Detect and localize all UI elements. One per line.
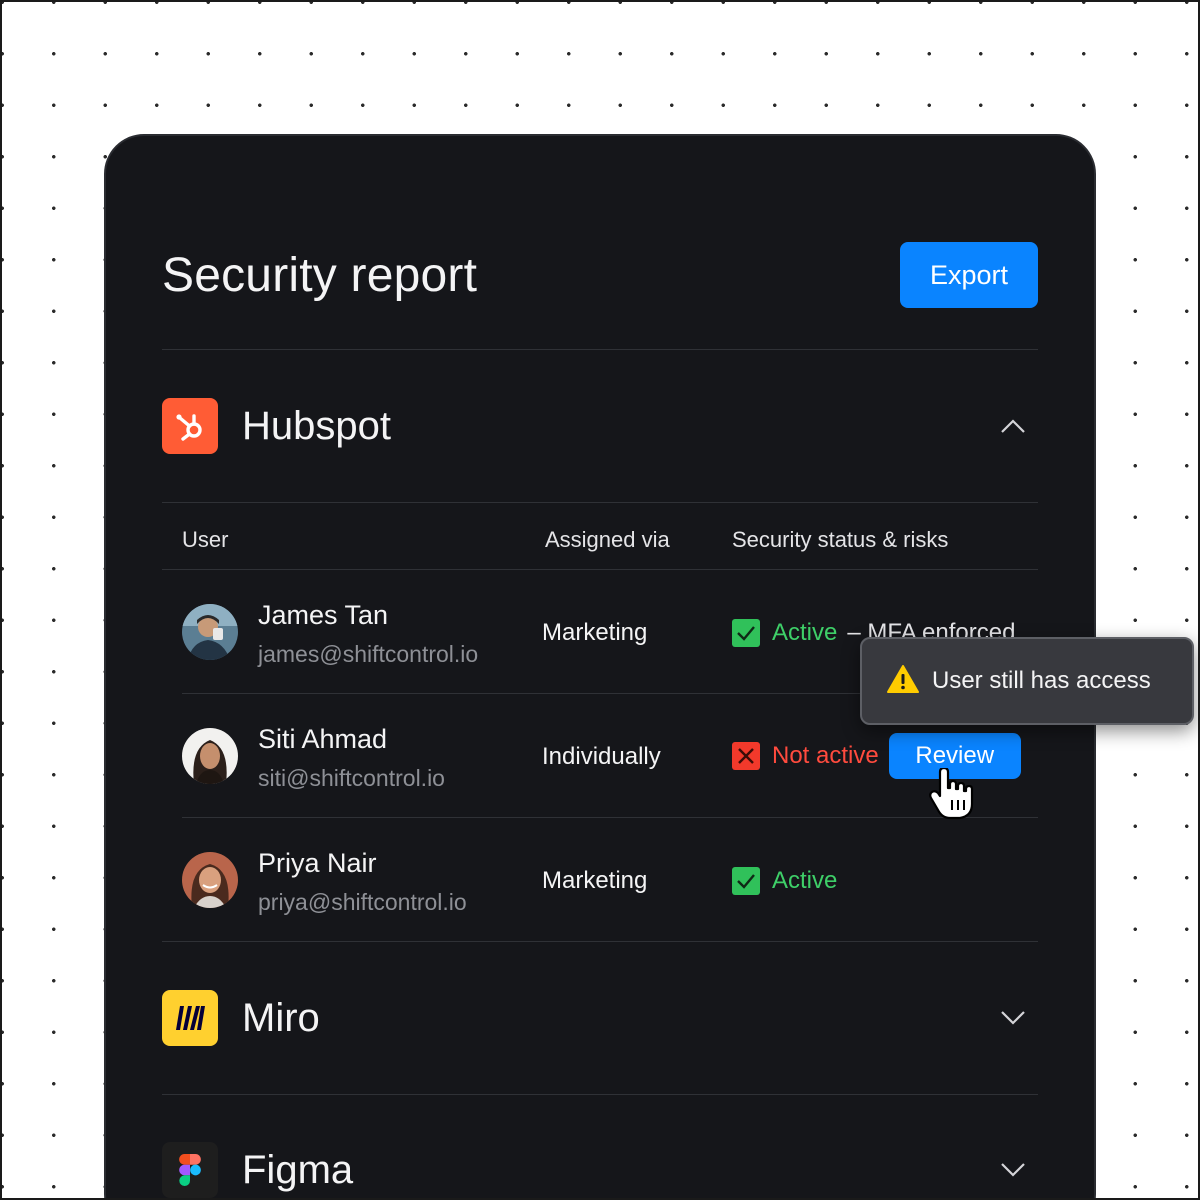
app-name: Hubspot xyxy=(242,403,391,448)
column-header-security-status: Security status & risks xyxy=(732,527,949,552)
column-header-assigned-via: Assigned via xyxy=(545,527,670,552)
security-status: Active xyxy=(732,867,837,895)
status-label: Active xyxy=(772,619,838,646)
assigned-via: Individually xyxy=(542,743,661,770)
table-row: Priya Nair priya@shiftcontrol.io Marketi… xyxy=(162,818,1038,942)
card-header: Security report Export xyxy=(162,136,1038,350)
security-status: Not active Review xyxy=(732,733,1021,779)
user-name: James Tan xyxy=(258,600,389,630)
column-header-user: User xyxy=(182,527,229,552)
user-name: Priya Nair xyxy=(258,848,377,878)
access-warning-tooltip: User still has access xyxy=(860,637,1194,725)
warning-icon xyxy=(886,664,920,699)
app-name: Miro xyxy=(242,995,320,1040)
app-header-figma[interactable]: Figma xyxy=(162,1094,1038,1200)
users-table-header: User Assigned via Security status & risk… xyxy=(162,502,1038,570)
page-title: Security report xyxy=(162,249,478,302)
check-icon xyxy=(732,867,760,895)
user-name: Siti Ahmad xyxy=(258,724,388,754)
app-section-miro: Miro xyxy=(162,942,1038,1095)
chevron-down-icon[interactable] xyxy=(1000,1157,1026,1183)
status-label: Active xyxy=(772,867,838,894)
status-label: Not active xyxy=(772,742,879,769)
assigned-via: Marketing xyxy=(542,619,648,646)
figma-logo-icon xyxy=(162,1142,218,1198)
export-button[interactable]: Export xyxy=(900,242,1038,308)
check-icon xyxy=(732,619,760,647)
chevron-down-icon[interactable] xyxy=(1000,1005,1026,1031)
tooltip-text: User still has access xyxy=(932,667,1151,694)
hand-cursor-icon xyxy=(928,766,976,820)
user-email: siti@shiftcontrol.io xyxy=(258,765,445,791)
avatar xyxy=(182,852,238,908)
miro-logo-icon xyxy=(162,990,218,1046)
app-header-miro[interactable]: Miro xyxy=(162,942,1038,1094)
user-email: james@shiftcontrol.io xyxy=(258,641,479,667)
app-name: Figma xyxy=(242,1147,354,1192)
avatar xyxy=(182,728,238,784)
assigned-via: Marketing xyxy=(542,867,648,894)
hubspot-logo-icon xyxy=(162,398,218,454)
avatar xyxy=(182,604,238,660)
cross-icon xyxy=(732,742,760,770)
app-section-figma: Figma xyxy=(162,1094,1038,1200)
chevron-up-icon[interactable] xyxy=(1000,413,1026,439)
user-email: priya@shiftcontrol.io xyxy=(258,889,467,915)
app-header-hubspot[interactable]: Hubspot xyxy=(162,350,1038,502)
